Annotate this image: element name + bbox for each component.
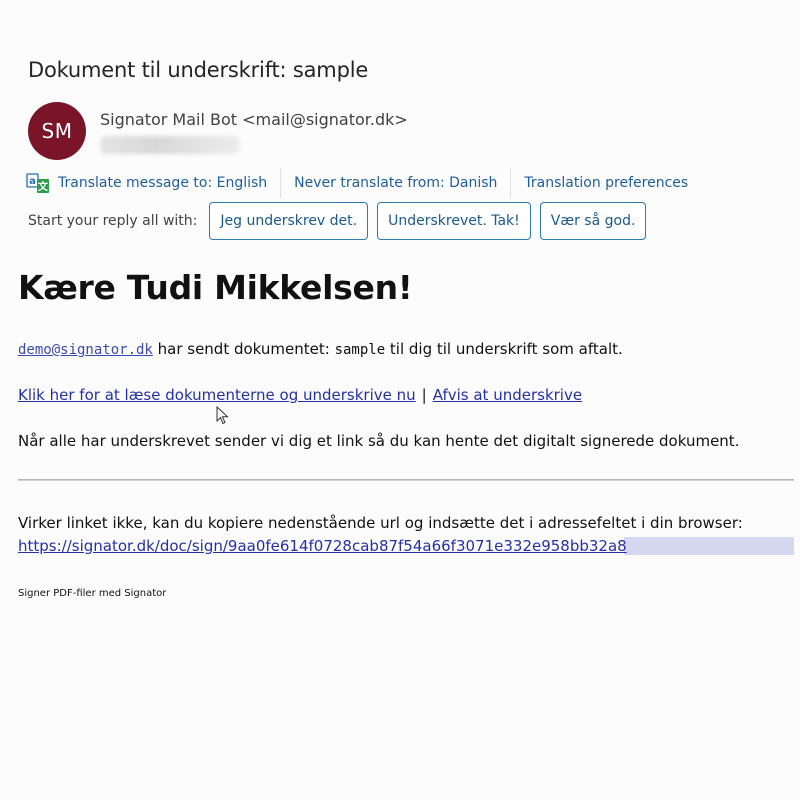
mouse-cursor-icon: [216, 406, 229, 425]
sender-avatar[interactable]: SM: [28, 102, 86, 160]
sign-document-link[interactable]: Klik her for at læse dokumenterne og und…: [18, 386, 416, 404]
svg-text:a: a: [29, 176, 36, 187]
reply-all-label: Start your reply all with:: [28, 213, 198, 229]
translate-icon: a 文: [26, 171, 50, 195]
sender-email-link[interactable]: demo@signator.dk: [18, 342, 153, 358]
sent-text-part: til dig til underskrift som aftalt.: [385, 340, 623, 358]
document-name: sample: [334, 342, 386, 358]
never-translate-link[interactable]: Never translate from: Danish: [281, 168, 510, 198]
translation-bar: a 文 Translate message to: English Never …: [26, 168, 701, 198]
sign-url-row: https://signator.dk/doc/sign/9aa0fe614f0…: [18, 537, 794, 555]
link-separator: |: [421, 386, 427, 404]
recipient-redacted: [100, 136, 240, 154]
sender-name[interactable]: Signator Mail Bot <mail@signator.dk>: [100, 110, 408, 129]
suggested-reply-button[interactable]: Jeg underskrev det.: [209, 202, 369, 240]
translation-preferences-link[interactable]: Translation preferences: [511, 168, 701, 198]
email-footer: Signer PDF-filer med Signator: [18, 588, 167, 599]
avatar-initials: SM: [41, 119, 73, 143]
action-links: Klik her for at læse dokumenterne og und…: [18, 386, 582, 404]
info-text: Når alle har underskrevet sender vi dig …: [18, 432, 740, 450]
svg-text:文: 文: [38, 180, 49, 193]
fallback-text: Virker linket ikke, kan du kopiere neden…: [18, 514, 743, 532]
reject-link[interactable]: Afvis at underskrive: [433, 386, 582, 404]
sign-url-link[interactable]: https://signator.dk/doc/sign/9aa0fe614f0…: [18, 537, 627, 555]
sent-document-text: demo@signator.dk har sendt dokumentet: s…: [18, 340, 623, 358]
suggested-reply-button[interactable]: Underskrevet. Tak!: [377, 202, 531, 240]
email-subject: Dokument til underskrift: sample: [28, 58, 369, 82]
suggested-replies: Start your reply all with: Jeg underskre…: [28, 202, 655, 240]
suggested-reply-button[interactable]: Vær så god.: [539, 202, 647, 240]
text-selection-highlight: [624, 537, 794, 555]
horizontal-rule: [18, 479, 794, 481]
greeting-heading: Kære Tudi Mikkelsen!: [18, 268, 413, 307]
translate-message-link[interactable]: Translate message to: English: [58, 168, 280, 198]
sent-text-part: har sendt dokumentet:: [152, 340, 335, 358]
